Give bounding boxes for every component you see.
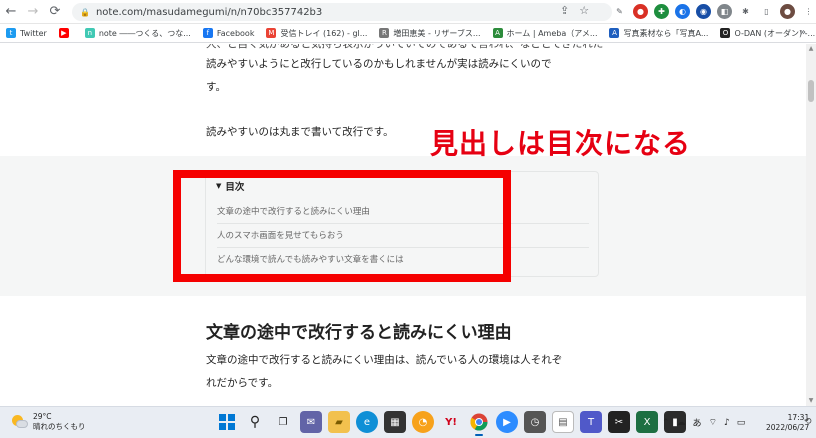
- bookmark-twitter[interactable]: t Twitter: [6, 28, 47, 38]
- volume-icon[interactable]: ♪: [724, 418, 730, 428]
- time: 17:31: [787, 413, 810, 422]
- partial-line: 大、と自く気があると気持ち表示がういていてのであるて言われ、などとてきたれた: [206, 44, 604, 50]
- y7-app-icon[interactable]: Y!: [440, 411, 462, 433]
- scrollbar[interactable]: ▲ ▼: [806, 44, 816, 406]
- store-icon[interactable]: ▦: [384, 411, 406, 433]
- battery-icon[interactable]: ▭: [737, 418, 746, 428]
- extension-gray-icon[interactable]: ◧: [717, 4, 732, 19]
- note-icon: n: [84, 28, 95, 38]
- reserve-icon: R: [379, 28, 390, 38]
- bookmarks-more-icon[interactable]: »: [800, 27, 806, 38]
- system-tray: ⌃ ☁ あ ⌔ ♪ ▭: [662, 416, 746, 430]
- ameba-icon: A: [492, 28, 503, 38]
- facebook-icon: f: [202, 28, 213, 38]
- eyedropper-icon[interactable]: ✎: [612, 4, 627, 19]
- bookmark-reserve[interactable]: R 増田恵美 - リザーブス...: [379, 28, 481, 39]
- extension-icons: ✎ ● ✚ ◐ ◉ ◧ ✱ ▯ ● ⋮: [612, 4, 816, 19]
- windows-start-icon[interactable]: [216, 411, 238, 433]
- star-icon[interactable]: ☆: [579, 4, 589, 17]
- section-heading: 文章の途中で改行すると読みにくい理由: [206, 323, 512, 343]
- page-viewport: 大、と自く気があると気持ち表示がういていてのであるて言われ、などとてきたれた 読…: [0, 44, 806, 406]
- date: 2022/06/27: [766, 423, 810, 432]
- bookmark-photoac[interactable]: A 写真素材なら「写真A...: [609, 28, 708, 39]
- reload-icon[interactable]: ⟳: [44, 1, 66, 23]
- cloud-icon[interactable]: ☁: [677, 418, 686, 428]
- sidebar-icon[interactable]: ▯: [759, 4, 774, 19]
- paragraph-3-line-2: れだからです。: [206, 377, 279, 389]
- back-arrow-icon[interactable]: ←: [0, 1, 22, 23]
- weather-description: 晴れのちくもり: [33, 422, 86, 431]
- extension-green-icon[interactable]: ✚: [654, 4, 669, 19]
- ime-indicator[interactable]: あ: [693, 416, 702, 429]
- clock-app-icon[interactable]: ◷: [524, 411, 546, 433]
- document-icon[interactable]: ▤: [552, 411, 574, 433]
- scroll-thumb[interactable]: [808, 80, 814, 102]
- edge-icon[interactable]: e: [356, 411, 378, 433]
- file-explorer-icon[interactable]: ▰: [328, 411, 350, 433]
- youtube-icon: ▶: [58, 28, 69, 38]
- snipping-tool-icon[interactable]: ✂: [608, 411, 630, 433]
- taskbar-apps: ⚲ ❐ ✉ ▰ e ▦ ◔ Y! ▶ ◷ ▤ T ✂ X ▮: [216, 411, 686, 436]
- zoom-icon[interactable]: ▶: [496, 411, 518, 433]
- odan-icon: O: [720, 28, 731, 38]
- url-actions: ⇪ ☆: [560, 4, 589, 17]
- notification-icon[interactable]: ⟲: [804, 417, 812, 427]
- lock-icon: 🔒: [80, 7, 90, 17]
- search-icon[interactable]: ⚲: [244, 411, 266, 433]
- temperature: 29°C: [33, 412, 52, 421]
- chevron-up-icon[interactable]: ⌃: [662, 418, 670, 428]
- bookmark-ameba[interactable]: A ホーム | Ameba（アメ...: [492, 28, 597, 39]
- weather-icon: [12, 414, 28, 430]
- weather-widget[interactable]: 29°C 晴れのちくもり: [12, 412, 86, 432]
- bookmark-youtube[interactable]: ▶: [58, 28, 73, 38]
- bookmark-gmail[interactable]: M 受信トレイ (162) - gl...: [266, 28, 367, 39]
- puzzle-icon[interactable]: ✱: [738, 4, 753, 19]
- forward-arrow-icon[interactable]: →: [22, 1, 44, 23]
- paragraph-1-line-2: す。: [206, 81, 226, 93]
- chat-icon[interactable]: ✉: [300, 411, 322, 433]
- extension-red-icon[interactable]: ●: [633, 4, 648, 19]
- chrome-icon[interactable]: [468, 411, 490, 436]
- extension-blue-icon[interactable]: ◐: [675, 4, 690, 19]
- paragraph-2: 読みやすいのは丸まで書いて改行です。: [206, 126, 394, 138]
- scroll-up-icon[interactable]: ▲: [807, 45, 815, 53]
- share-icon[interactable]: ⇪: [560, 4, 569, 17]
- avatar[interactable]: ●: [780, 4, 795, 19]
- clock[interactable]: 17:31 2022/06/27: [766, 413, 809, 433]
- address-bar[interactable]: 🔒 note.com/masudamegumi/n/n70bc357742b3: [72, 3, 612, 21]
- twitter-icon: t: [6, 28, 16, 38]
- extension-darkblue-icon[interactable]: ◉: [696, 4, 711, 19]
- wifi-icon[interactable]: ⌔: [709, 417, 717, 428]
- highlight-box: [173, 170, 511, 282]
- orange-app-icon[interactable]: ◔: [412, 411, 434, 433]
- scroll-down-icon[interactable]: ▼: [807, 397, 815, 405]
- teams-icon[interactable]: T: [580, 411, 602, 433]
- url-text: note.com/masudamegumi/n/n70bc357742b3: [95, 6, 323, 18]
- task-view-icon[interactable]: ❐: [272, 411, 294, 433]
- paragraph-1-line-1: 読みやすいようにと改行しているのかもしれませんが実は読みにくいので: [206, 58, 552, 70]
- bookmark-facebook[interactable]: f Facebook: [202, 28, 254, 38]
- taskbar: 29°C 晴れのちくもり ⚲ ❐ ✉ ▰ e ▦ ◔ Y! ▶ ◷ ▤ T ✂ …: [0, 406, 816, 438]
- excel-icon[interactable]: X: [636, 411, 658, 433]
- bookmark-note[interactable]: n note ――つくる、つな...: [84, 28, 191, 39]
- photoac-icon: A: [609, 28, 620, 38]
- bookmarks-bar: t Twitter ▶ n note ――つくる、つな... f Faceboo…: [0, 24, 816, 43]
- annotation-text: 見出しは目次になる: [430, 127, 692, 160]
- gmail-icon: M: [266, 28, 277, 38]
- browser-toolbar: ← → ⟳ 🔒 note.com/masudamegumi/n/n70bc357…: [0, 0, 816, 24]
- paragraph-3-line-1: 文章の途中で改行すると読みにくい理由は、読んでいる人の環境は人それぞ: [206, 354, 563, 366]
- menu-icon[interactable]: ⋮: [801, 4, 816, 19]
